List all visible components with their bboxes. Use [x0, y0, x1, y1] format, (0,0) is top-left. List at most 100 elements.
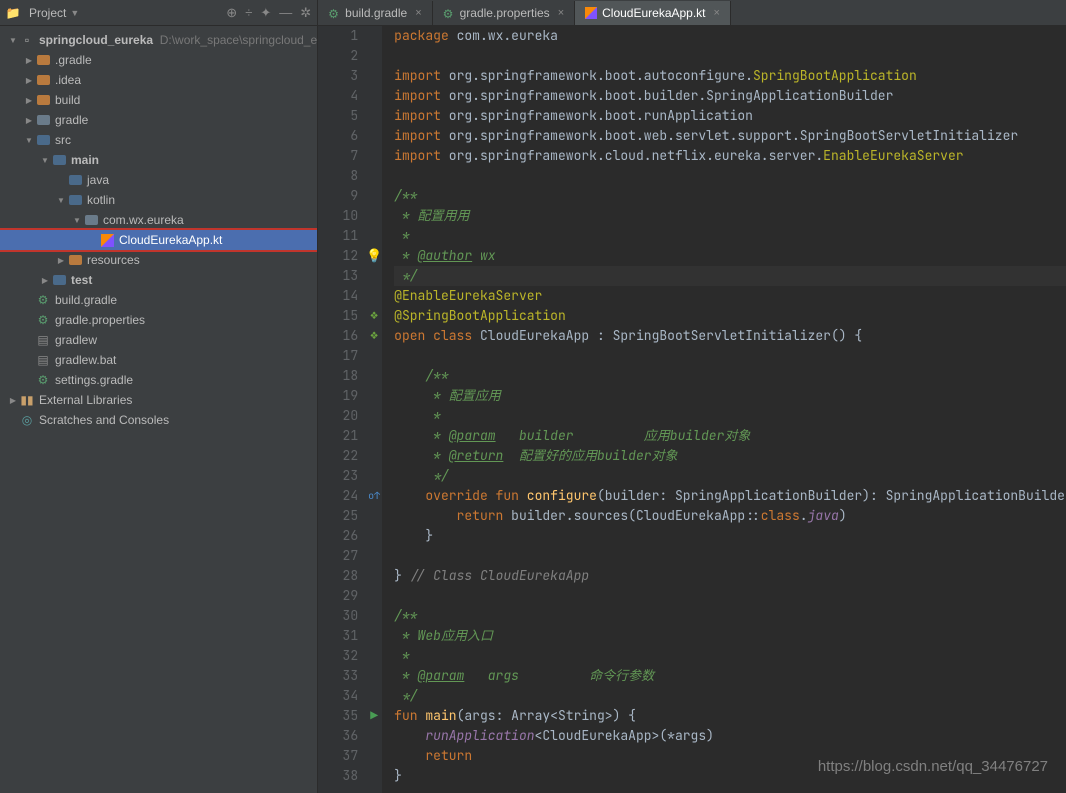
gutter-icon[interactable]: ▶ [366, 706, 382, 726]
code-line[interactable]: @EnableEurekaServer [394, 286, 1066, 306]
gutter-icon[interactable]: 💡 [366, 246, 382, 266]
code-line[interactable] [394, 346, 1066, 366]
tree-node-java[interactable]: java [0, 170, 317, 190]
code-line[interactable]: /** [394, 366, 1066, 386]
code-line[interactable]: * @return 配置好的应用builder对象 [394, 446, 1066, 466]
tree-label: .gradle [55, 53, 92, 67]
expand-icon[interactable] [24, 75, 34, 85]
toolbar-icon-1[interactable]: ÷ [245, 5, 252, 21]
tree-node-external-libraries[interactable]: ▮▮External Libraries [0, 390, 317, 410]
code-line[interactable]: * @param builder 应用builder对象 [394, 426, 1066, 446]
expand-icon[interactable] [24, 95, 34, 105]
expand-icon[interactable] [40, 275, 50, 285]
line-number: 32 [318, 646, 358, 666]
tree-node-main[interactable]: main [0, 150, 317, 170]
tree-node-settings-gradle[interactable]: ⚙settings.gradle [0, 370, 317, 390]
expand-icon[interactable] [24, 135, 34, 145]
tab-build-gradle[interactable]: ⚙build.gradle× [318, 1, 432, 25]
expand-icon[interactable] [8, 35, 18, 45]
code-line[interactable]: import org.springframework.cloud.netflix… [394, 146, 1066, 166]
expand-icon[interactable] [24, 115, 34, 125]
tree-node-gradle[interactable]: gradle [0, 110, 317, 130]
code-line[interactable]: * 配置应用 [394, 386, 1066, 406]
tree-node-kotlin[interactable]: kotlin [0, 190, 317, 210]
code-line[interactable]: * @author wx [394, 246, 1066, 266]
tree-node-src[interactable]: src [0, 130, 317, 150]
line-number: 16 [318, 326, 358, 346]
tree-node-test[interactable]: test [0, 270, 317, 290]
tree-node-build[interactable]: build [0, 90, 317, 110]
code-line[interactable]: * [394, 646, 1066, 666]
tree-node-gradlew-bat[interactable]: ▤gradlew.bat [0, 350, 317, 370]
tree-node-build-gradle[interactable]: ⚙build.gradle [0, 290, 317, 310]
code-line[interactable]: import org.springframework.boot.autoconf… [394, 66, 1066, 86]
code-line[interactable]: import org.springframework.boot.runAppli… [394, 106, 1066, 126]
code-line[interactable]: */ [394, 686, 1066, 706]
tree-node-com-wx-eureka[interactable]: com.wx.eureka [0, 210, 317, 230]
code-line[interactable]: } // Class CloudEurekaApp [394, 566, 1066, 586]
tree-root-node[interactable]: ▫ springcloud_eureka D:\work_space\sprin… [0, 30, 317, 50]
code-editor[interactable]: package com.wx.eureka import org.springf… [382, 26, 1066, 793]
expand-icon[interactable] [56, 255, 66, 265]
line-number: 6 [318, 126, 358, 146]
code-line[interactable] [394, 46, 1066, 66]
gutter-icon[interactable]: ❖ [366, 326, 382, 346]
code-line[interactable]: * [394, 226, 1066, 246]
blue-icon [52, 153, 66, 167]
toolbar-icon-0[interactable]: ⊕ [226, 5, 237, 21]
gutter-icon[interactable]: o↑ [366, 486, 382, 506]
line-number: 14 [318, 286, 358, 306]
close-icon[interactable]: × [714, 7, 720, 19]
code-line[interactable]: fun main(args: Array<String>) { [394, 706, 1066, 726]
tree-label: CloudEurekaApp.kt [119, 233, 222, 247]
tab-gradle-properties[interactable]: ⚙gradle.properties× [433, 1, 576, 25]
code-line[interactable] [394, 546, 1066, 566]
code-line[interactable] [394, 166, 1066, 186]
line-number: 24 [318, 486, 358, 506]
code-line[interactable] [394, 586, 1066, 606]
code-line[interactable]: * [394, 406, 1066, 426]
code-line[interactable]: /** [394, 606, 1066, 626]
code-line[interactable]: /** [394, 186, 1066, 206]
code-line[interactable]: * Web应用入口 [394, 626, 1066, 646]
tree-node-gradle-properties[interactable]: ⚙gradle.properties [0, 310, 317, 330]
toolbar-icon-3[interactable]: — [279, 5, 292, 21]
tab-cloudeurekaapp-kt[interactable]: CloudEurekaApp.kt× [575, 1, 731, 25]
close-icon[interactable]: × [558, 7, 564, 19]
tree-node--gradle[interactable]: .gradle [0, 50, 317, 70]
code-line[interactable]: runApplication<CloudEurekaApp>(*args) [394, 726, 1066, 746]
expand-icon[interactable] [8, 395, 18, 405]
code-line[interactable]: import org.springframework.boot.builder.… [394, 86, 1066, 106]
tree-node-gradlew[interactable]: ▤gradlew [0, 330, 317, 350]
tree-node-cloudeurekaapp-kt[interactable]: CloudEurekaApp.kt [0, 230, 317, 250]
expand-icon[interactable] [72, 215, 82, 225]
code-line[interactable]: override fun configure(builder: SpringAp… [394, 486, 1066, 506]
project-tree[interactable]: ▫ springcloud_eureka D:\work_space\sprin… [0, 26, 317, 430]
expand-icon[interactable] [40, 155, 50, 165]
orange-icon [36, 93, 50, 107]
code-line[interactable]: * 配置用用 [394, 206, 1066, 226]
code-line[interactable]: import org.springframework.boot.web.serv… [394, 126, 1066, 146]
tree-label: settings.gradle [55, 373, 133, 387]
code-line[interactable]: * @param args 命令行参数 [394, 666, 1066, 686]
project-dropdown[interactable]: Project ▼ [29, 6, 79, 20]
code-line[interactable]: @SpringBootApplication [394, 306, 1066, 326]
blue-icon [68, 173, 82, 187]
orange-icon [36, 73, 50, 87]
toolbar-icon-2[interactable]: ✦ [260, 5, 271, 21]
code-line[interactable]: */ [394, 266, 1066, 286]
code-line[interactable]: */ [394, 466, 1066, 486]
code-line[interactable]: return builder.sources(CloudEurekaApp::c… [394, 506, 1066, 526]
expand-icon[interactable] [24, 55, 34, 65]
expand-icon[interactable] [56, 195, 66, 205]
code-line[interactable]: open class CloudEurekaApp : SpringBootSe… [394, 326, 1066, 346]
gutter-icon[interactable]: ❖ [366, 306, 382, 326]
close-icon[interactable]: × [415, 7, 421, 19]
tree-node-resources[interactable]: resources [0, 250, 317, 270]
line-number: 37 [318, 746, 358, 766]
toolbar-icon-4[interactable]: ✲ [300, 5, 311, 21]
tree-node-scratches-and-consoles[interactable]: ◎Scratches and Consoles [0, 410, 317, 430]
code-line[interactable]: } [394, 526, 1066, 546]
code-line[interactable]: package com.wx.eureka [394, 26, 1066, 46]
tree-node--idea[interactable]: .idea [0, 70, 317, 90]
